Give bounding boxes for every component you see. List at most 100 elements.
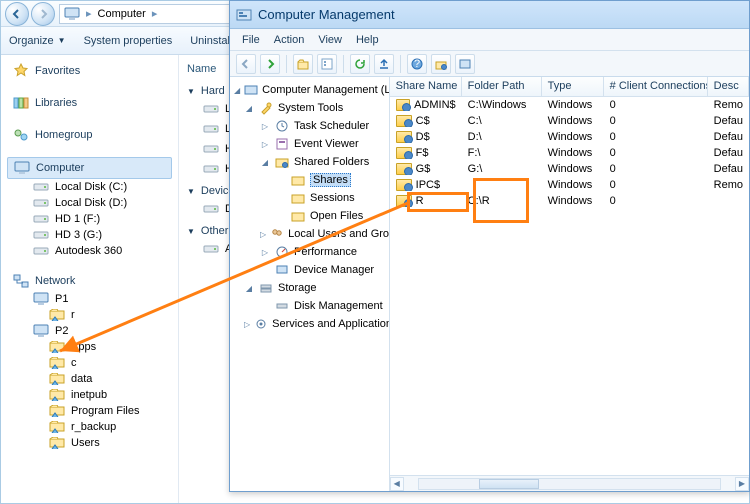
network-share[interactable]: r [7,307,178,323]
properties-icon[interactable] [317,54,337,74]
share-icon [49,307,65,323]
tree-shared-folders[interactable]: ◢Shared Folders [230,153,389,171]
network-computer[interactable]: P2 [7,323,178,339]
tree-sessions[interactable]: Sessions [230,189,389,207]
back-button[interactable] [5,2,29,26]
network-share[interactable]: inetpub [7,387,178,403]
drive-icon [203,101,219,117]
storage-icon [258,280,274,296]
sidebar-favorites[interactable]: Favorites [7,61,178,81]
breadcrumb-chev: ▸ [152,7,158,20]
tree-open-files[interactable]: Open Files [230,207,389,225]
clock-icon [274,118,290,134]
share-row[interactable]: F$F:\Windows0Defau [390,145,749,161]
new-share-icon[interactable] [431,54,451,74]
network-share[interactable]: Apps [7,339,178,355]
tree-storage[interactable]: ◢Storage [230,279,389,297]
share-folder-icon [396,195,412,207]
drive-icon [203,121,219,137]
export-icon[interactable] [374,54,394,74]
menu-action[interactable]: Action [268,32,311,48]
network-share[interactable]: Program Files [7,403,178,419]
computer-icon [33,291,49,307]
tree-services-apps[interactable]: ▷Services and Applications [230,315,389,333]
share-row[interactable]: IPC$Windows0Remo [390,177,749,193]
drive-icon [203,161,219,177]
tree-disk-mgmt[interactable]: Disk Management [230,297,389,315]
network-computer[interactable]: P1 [7,291,178,307]
share-icon [49,371,65,387]
network-share[interactable]: c [7,355,178,371]
tree-device-manager[interactable]: Device Manager [230,261,389,279]
shared-folders-icon [274,154,290,170]
mmc-titlebar[interactable]: Computer Management [230,1,749,29]
share-row[interactable]: ADMIN$C:\WindowsWindows0Remo [390,97,749,113]
share-icon [49,435,65,451]
list-header[interactable]: Share Name Folder Path Type # Client Con… [390,77,749,97]
share-row[interactable]: C$C:\Windows0Defau [390,113,749,129]
tree-system-tools[interactable]: ◢System Tools [230,99,389,117]
horizontal-scrollbar[interactable]: ◀ ▶ [390,475,749,491]
mmc-window: Computer Management File Action View Hel… [229,0,750,492]
help-icon[interactable]: ? [407,54,427,74]
tree-root[interactable]: ◢Computer Management (Local) [230,81,389,99]
sidebar-drive[interactable]: Autodesk 360 [7,243,178,259]
tree-performance[interactable]: ▷Performance [230,243,389,261]
back-icon[interactable] [236,54,256,74]
network-share[interactable]: data [7,371,178,387]
list-rows[interactable]: ADMIN$C:\WindowsWindows0RemoC$C:\Windows… [390,97,749,475]
share-row[interactable]: D$D:\Windows0Defau [390,129,749,145]
scroll-left-icon[interactable]: ◀ [390,477,404,491]
tree-task-scheduler[interactable]: ▷Task Scheduler [230,117,389,135]
sidebar-drive[interactable]: HD 1 (F:) [7,211,178,227]
tree-shares[interactable]: Shares [230,171,389,189]
menu-help[interactable]: Help [350,32,385,48]
drive-icon [203,201,219,217]
sidebar-drive[interactable]: Local Disk (D:) [7,195,178,211]
all-tasks-icon[interactable] [455,54,475,74]
computer-icon [64,6,80,22]
network-share[interactable]: Users [7,435,178,451]
drive-icon [33,243,49,259]
explorer-sidebar: Favorites Libraries Homegroup Computer [1,55,179,503]
sidebar-homegroup[interactable]: Homegroup [7,125,178,145]
drive-icon [203,241,219,257]
breadcrumb-segment[interactable]: Computer [98,8,146,20]
share-icon [49,355,65,371]
system-properties-button[interactable]: System properties [84,35,173,47]
share-icon [49,387,65,403]
drive-icon [33,227,49,243]
tools-icon [258,100,274,116]
sidebar-drive[interactable]: HD 3 (G:) [7,227,178,243]
share-row[interactable]: RC:\RWindows0 [390,193,749,209]
share-folder-icon [396,147,412,159]
tree-event-viewer[interactable]: ▷Event Viewer [230,135,389,153]
scroll-right-icon[interactable]: ▶ [735,477,749,491]
forward-icon[interactable] [260,54,280,74]
network-share[interactable]: r_backup [7,419,178,435]
sidebar-computer[interactable]: Computer [7,157,172,179]
mmc-icon [236,7,252,23]
network-icon [13,273,29,289]
up-icon[interactable] [293,54,313,74]
mmc-root-icon [244,82,258,98]
col-client-conn: # Client Connections [604,77,708,96]
star-icon [13,63,29,79]
scroll-thumb[interactable] [479,479,539,489]
tree-local-users[interactable]: ▷Local Users and Groups [230,225,389,243]
sidebar-network[interactable]: Network [7,271,178,291]
organize-menu[interactable]: Organize▼ [9,35,66,47]
drive-icon [33,211,49,227]
sidebar-libraries[interactable]: Libraries [7,93,178,113]
sidebar-drive[interactable]: Local Disk (C:) [7,179,178,195]
mmc-menubar: File Action View Help [230,29,749,51]
menu-file[interactable]: File [236,32,266,48]
mmc-tree[interactable]: ◢Computer Management (Local) ◢System Too… [230,77,390,491]
share-row[interactable]: G$G:\Windows0Defau [390,161,749,177]
forward-button[interactable] [31,2,55,26]
menu-view[interactable]: View [312,32,348,48]
uninstall-button[interactable]: Uninstall [190,35,232,47]
services-icon [254,316,268,332]
refresh-icon[interactable] [350,54,370,74]
share-icon [49,419,65,435]
